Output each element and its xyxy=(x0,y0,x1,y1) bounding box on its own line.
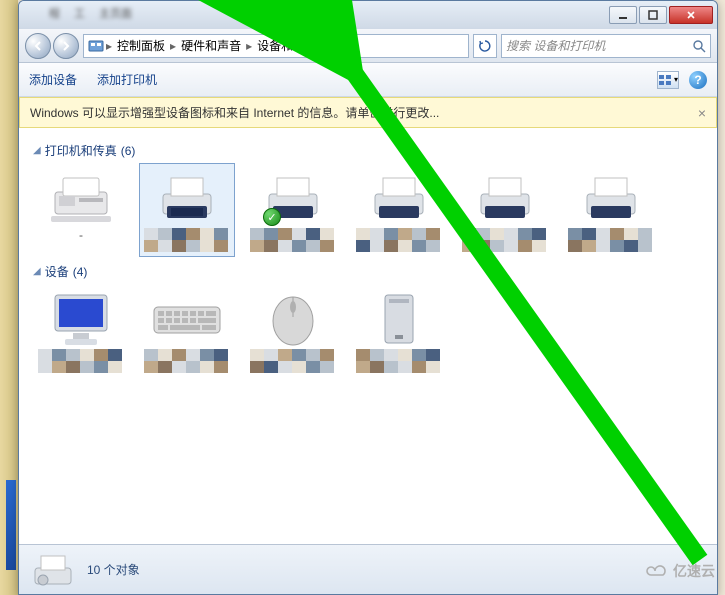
item-label-pixelated xyxy=(250,228,336,252)
item-label-pixelated xyxy=(462,228,548,252)
chevron-right-icon: ▸ xyxy=(246,39,252,53)
item-label-pixelated xyxy=(250,349,336,373)
blurred-title-text: 程工主页面 xyxy=(49,5,132,21)
group-label: 设备 xyxy=(45,263,69,280)
device-item-fax[interactable]: - xyxy=(33,163,129,257)
view-options-button[interactable]: ▾ xyxy=(657,71,679,89)
breadcrumb-seg-2[interactable]: 设备和打印机 xyxy=(254,37,332,54)
item-label-pixelated xyxy=(568,228,654,252)
address-dropdown[interactable]: ▾ xyxy=(334,35,350,57)
collapse-triangle-icon: ◢ xyxy=(33,266,41,277)
group-count: (6) xyxy=(121,144,136,158)
search-placeholder: 搜索 设备和打印机 xyxy=(506,37,605,54)
group-header-printers[interactable]: ◢ 打印机和传真 (6) xyxy=(33,142,703,159)
status-text: 10 个对象 xyxy=(87,561,140,578)
add-device-button[interactable]: 添加设备 xyxy=(29,71,77,88)
monitor-icon xyxy=(49,291,113,347)
group-header-devices[interactable]: ◢ 设备 (4) xyxy=(33,263,703,280)
info-bar-text: Windows 可以显示增强型设备图标和来自 Internet 的信息。请单击进… xyxy=(30,104,439,121)
external-drive-icon xyxy=(377,291,421,347)
printer-icon xyxy=(155,172,219,224)
device-item-drive[interactable] xyxy=(351,284,447,378)
group-label: 打印机和传真 xyxy=(45,142,117,159)
device-item-printer[interactable] xyxy=(563,163,659,257)
breadcrumb-seg-0[interactable]: 控制面板 xyxy=(114,37,168,54)
item-label-pixelated xyxy=(38,349,124,373)
desktop-edge xyxy=(0,0,18,595)
chevron-right-icon: ▸ xyxy=(106,39,112,53)
control-panel-icon xyxy=(88,38,104,54)
item-label-pixelated xyxy=(144,349,230,373)
item-label-pixelated xyxy=(356,228,442,252)
item-label-pixelated xyxy=(144,228,230,252)
minimize-button[interactable] xyxy=(609,6,637,24)
chevron-right-icon: ▸ xyxy=(170,39,176,53)
item-label-pixelated: - xyxy=(38,228,124,252)
printer-icon xyxy=(579,172,643,224)
group-count: (4) xyxy=(73,265,88,279)
device-item-mouse[interactable] xyxy=(245,284,341,378)
printer-icon xyxy=(367,172,431,224)
info-bar-close[interactable]: × xyxy=(698,105,706,121)
default-check-badge-icon: ✓ xyxy=(263,208,281,226)
back-button[interactable] xyxy=(25,33,51,59)
collapse-triangle-icon: ◢ xyxy=(33,145,41,156)
devices-items xyxy=(33,284,703,378)
maximize-button[interactable] xyxy=(639,6,667,24)
refresh-button[interactable] xyxy=(473,34,497,58)
item-label-pixelated xyxy=(356,349,442,373)
status-bar: 10 个对象 xyxy=(19,544,717,594)
keyboard-icon xyxy=(152,299,222,339)
printers-items: - ✓ xyxy=(33,163,703,257)
breadcrumb-seg-1[interactable]: 硬件和声音 xyxy=(178,37,244,54)
watermark: 亿速云 xyxy=(645,561,715,581)
device-item-printer-selected[interactable] xyxy=(139,163,235,257)
command-toolbar: 添加设备 添加打印机 ▾ ? xyxy=(19,63,717,97)
address-bar[interactable]: ▸ 控制面板 ▸ 硬件和声音 ▸ 设备和打印机 ▾ xyxy=(83,34,469,58)
device-item-monitor[interactable] xyxy=(33,284,129,378)
device-item-printer-default[interactable]: ✓ xyxy=(245,163,341,257)
close-button[interactable] xyxy=(669,6,713,24)
fax-icon xyxy=(49,172,113,224)
forward-button[interactable] xyxy=(53,33,79,59)
help-button[interactable]: ? xyxy=(689,71,707,89)
devices-summary-icon xyxy=(31,550,75,590)
printer-icon xyxy=(473,172,537,224)
device-item-printer[interactable] xyxy=(457,163,553,257)
device-item-keyboard[interactable] xyxy=(139,284,235,378)
navigation-bar: ▸ 控制面板 ▸ 硬件和声音 ▸ 设备和打印机 ▾ 搜索 设备和打印机 xyxy=(19,29,717,63)
explorer-window: 程工主页面 ▸ 控制面板 ▸ 硬件和声音 ▸ 设备和打印机 ▾ 搜索 设备和打印… xyxy=(18,0,718,595)
mouse-icon xyxy=(268,291,318,347)
add-printer-button[interactable]: 添加打印机 xyxy=(97,71,157,88)
search-icon xyxy=(692,39,706,53)
device-item-printer[interactable] xyxy=(351,163,447,257)
content-area: ◢ 打印机和传真 (6) - xyxy=(19,128,717,558)
info-bar[interactable]: Windows 可以显示增强型设备图标和来自 Internet 的信息。请单击进… xyxy=(19,97,717,128)
search-input[interactable]: 搜索 设备和打印机 xyxy=(501,34,711,58)
